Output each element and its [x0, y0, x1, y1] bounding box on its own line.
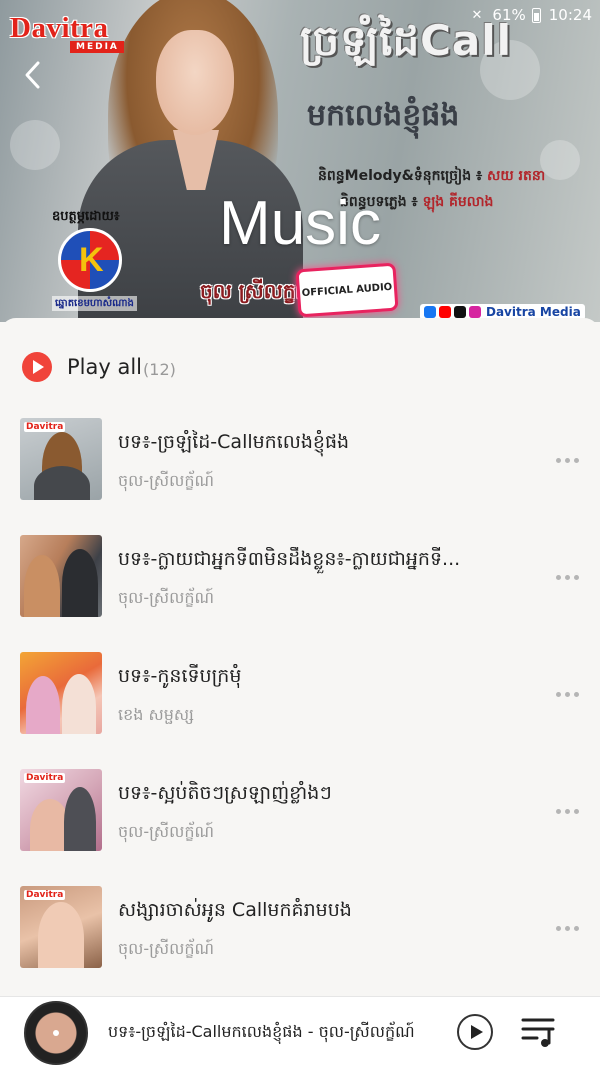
song-row[interactable]: បទ៖-កូនទើបក្រមុំ ខេង សម្ផស្ស: [0, 652, 600, 752]
song-title: សង្សារចាស់អូន Callមកគំរាមបង: [118, 899, 352, 921]
play-button[interactable]: [457, 1014, 493, 1050]
brand-logo: Davitra MEDIA: [10, 12, 124, 53]
track-count: (12): [143, 359, 176, 379]
album-art-title: ច្រឡំដៃCall: [300, 16, 513, 65]
song-title: បទ៖-ស្អប់តិចៗស្រឡាញ់ខ្លាំងៗ: [118, 782, 332, 804]
more-options-icon[interactable]: [556, 920, 586, 936]
credit-melody: និពន្ធMelody&ទំនុកច្រៀង ៖ សយ រតនា: [318, 168, 546, 184]
song-row[interactable]: Davitra បទ៖-ច្រឡំដៃ-Callមកលេងខ្ញុំផង ចុល…: [0, 418, 600, 518]
now-playing-title: បទ៖-ច្រឡំដៃ-Callមកលេងខ្ញុំផង - ចុល-ស្រីល…: [108, 1022, 415, 1041]
song-row[interactable]: បទ៖-ក្លាយជាអ្នកទី៣មិនដឹងខ្លួន៖-ក្លាយជាអ្…: [0, 535, 600, 635]
album-art-subtitle: មកលេងខ្ញុំផង: [307, 98, 460, 133]
song-artist: ចុល-ស្រីលក្ខ័ណ៍: [118, 822, 215, 841]
song-artist: ខេង សម្ផស្ស: [118, 705, 194, 724]
mini-player[interactable]: បទ៖-ច្រឡំដៃ-Callមកលេងខ្ញុំផង - ចុល-ស្រីល…: [0, 996, 600, 1067]
song-artist: ចុល-ស្រីលក្ខ័ណ៍: [118, 588, 215, 607]
song-title: បទ៖-ក្លាយជាអ្នកទី៣មិនដឹងខ្លួន៖-ក្លាយជាអ្…: [118, 548, 461, 570]
song-thumbnail: [20, 535, 102, 617]
play-all-label: Play all: [67, 355, 143, 379]
song-thumbnail: Davitra: [20, 418, 102, 500]
song-thumbnail: Davitra: [20, 886, 102, 968]
queue-list-icon: [521, 1018, 555, 1047]
play-all-button[interactable]: Play all (12): [22, 352, 176, 382]
more-options-icon[interactable]: [556, 803, 586, 819]
youtube-icon: [439, 306, 451, 318]
play-circle-icon: [22, 352, 52, 382]
more-options-icon[interactable]: [556, 686, 586, 702]
battery-icon: [531, 7, 541, 23]
song-row[interactable]: Davitra បទ៖-ស្អប់តិចៗស្រឡាញ់ខ្លាំងៗ ចុល-…: [0, 769, 600, 869]
song-thumbnail: [20, 652, 102, 734]
song-thumbnail: Davitra: [20, 769, 102, 851]
more-options-icon[interactable]: [556, 569, 586, 585]
page-title: Music: [219, 189, 381, 258]
facebook-icon: [424, 306, 436, 318]
song-row[interactable]: Davitra សង្សារចាស់អូន Callមកគំរាមបង ចុល-…: [0, 886, 600, 986]
now-playing-disc[interactable]: [24, 1001, 88, 1065]
tiktok-icon: [454, 306, 466, 318]
instagram-icon: [469, 306, 481, 318]
sponsor-name: ឆ្នោតខេមហាសំណាង: [52, 296, 137, 311]
clock: 10:24: [548, 6, 592, 24]
song-title: បទ៖-កូនទើបក្រមុំ: [118, 665, 242, 687]
song-artist: ចុល-ស្រីលក្ខ័ណ៍: [118, 471, 215, 490]
back-button[interactable]: [22, 60, 44, 90]
album-banner: Davitra MEDIA ✕ 61% 10:24 ច្រឡំដៃCall មក…: [0, 0, 600, 322]
song-title: បទ៖-ច្រឡំដៃ-Callមកលេងខ្ញុំផង: [118, 431, 350, 453]
song-artist: ចុល-ស្រីលក្ខ័ណ៍: [118, 939, 215, 958]
more-options-icon[interactable]: [556, 452, 586, 468]
official-audio-badge: OFFICIAL AUDIO: [295, 262, 399, 318]
playlist-panel: Play all (12) Davitra បទ៖-ច្រឡំដៃ-Callមក…: [0, 318, 600, 998]
chevron-left-icon: [25, 61, 40, 89]
playlist-queue-button[interactable]: [521, 1015, 557, 1049]
